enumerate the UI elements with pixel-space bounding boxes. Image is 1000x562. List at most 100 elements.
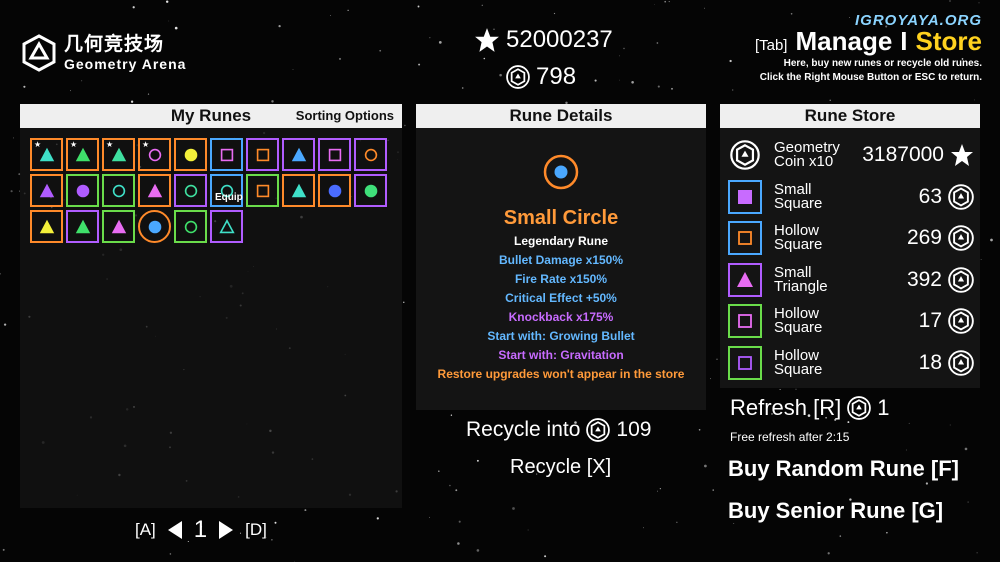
rune-slot[interactable] — [174, 138, 207, 171]
dot-rune-icon — [76, 184, 89, 197]
store-item[interactable]: Hollow Square 18 — [728, 344, 974, 382]
square-rune-icon — [728, 304, 762, 338]
rune-details-panel: Rune Details Small Circle Legendary Rune… — [416, 104, 706, 410]
logo-english-text: Geometry Arena — [64, 56, 187, 72]
store-item-name: Hollow Square — [774, 305, 823, 336]
prev-page-arrow-icon[interactable] — [167, 521, 182, 539]
store-hint-line-1: Here, buy new runes or recycle old runes… — [783, 58, 982, 69]
star-balance-value: 52000237 — [506, 26, 613, 53]
store-item-name: Hollow Square — [774, 346, 823, 378]
rune-slot[interactable]: ★ — [30, 138, 63, 171]
store-item-name: Geometry Coin x10 — [774, 139, 840, 170]
ring-rune-icon — [184, 184, 197, 197]
page-number: 1 — [193, 516, 208, 543]
triangle-rune-icon — [111, 219, 126, 233]
rune-slot[interactable] — [138, 174, 171, 207]
dot-rune-icon — [184, 148, 197, 161]
rune-slot[interactable]: ★ — [138, 138, 171, 171]
store-item-price-value: 392 — [906, 267, 942, 291]
rune-slot[interactable]: ★ — [102, 138, 135, 171]
triangle-rune-icon — [39, 219, 54, 233]
recycle-value-amount: 109 — [616, 418, 652, 441]
rune-slot[interactable]: ★ — [66, 138, 99, 171]
rune-slot[interactable] — [354, 138, 387, 171]
dot-rune-icon — [364, 184, 377, 197]
coin-balance: 798 — [506, 63, 576, 91]
tri-outline-rune-icon — [218, 218, 235, 233]
rune-slot[interactable] — [318, 138, 351, 171]
rune-details-header: Rune Details — [416, 104, 706, 128]
recycle-into-label: Recycle into — [466, 418, 581, 441]
rune-slot[interactable] — [246, 138, 279, 171]
rune-slot[interactable] — [102, 210, 135, 243]
tab-store[interactable]: Store — [916, 26, 982, 57]
next-page-arrow-icon[interactable] — [219, 521, 234, 539]
geometry-coin-icon — [506, 65, 530, 89]
rune-slot[interactable] — [282, 174, 315, 207]
rune-slot[interactable] — [174, 210, 207, 243]
rune-slot[interactable] — [102, 174, 135, 207]
rune-stats-list: Bullet Damage x150% Fire Rate x150% Critic… — [416, 253, 706, 381]
geometry-coin-icon — [847, 396, 872, 420]
refresh-cost: 1 — [877, 395, 890, 420]
game-logo: 几何竞技场 Geometry Arena — [22, 34, 186, 72]
recycle-value: Recycle into 109 — [466, 418, 651, 442]
star-icon — [475, 28, 499, 52]
square-rune-icon — [328, 148, 341, 161]
store-item[interactable]: Hollow Square 17 — [728, 302, 974, 340]
store-item[interactable]: Small Triangle 392 — [728, 261, 974, 299]
store-item-price: 3187000 — [862, 143, 974, 167]
ring-rune-icon — [112, 184, 125, 197]
rune-slot[interactable] — [30, 210, 63, 243]
square-fill-rune-icon — [728, 179, 762, 214]
tab-key-hint: [Tab] — [754, 37, 788, 54]
rune-slot[interactable] — [354, 174, 387, 207]
square-rune-icon — [256, 184, 269, 197]
favorite-star-icon: ★ — [142, 140, 150, 149]
rune-slot[interactable] — [66, 210, 99, 243]
dot-rune-icon — [328, 184, 341, 197]
store-item-price-value: 18 — [918, 350, 942, 374]
store-item-price: 269 — [907, 225, 974, 251]
rune-slot[interactable] — [210, 210, 243, 243]
buy-random-rune-button[interactable]: Buy Random Rune [F] — [728, 456, 959, 482]
favorite-star-icon: ★ — [34, 140, 42, 149]
rune-stat: Knockback x175% — [508, 310, 614, 324]
store-item-price: 63 — [919, 183, 974, 210]
store-item[interactable]: Small Square 63 — [728, 178, 974, 216]
sorting-options-button[interactable]: Sorting Options — [296, 104, 394, 128]
favorite-star-icon: ★ — [106, 140, 114, 149]
ring-rune-icon — [184, 220, 197, 233]
store-item-price: 18 — [918, 349, 974, 376]
geometry-coin-icon — [948, 308, 974, 334]
store-item-name: Small Square — [774, 180, 823, 212]
my-runes-title: My Runes — [170, 106, 252, 125]
store-item-price-value: 17 — [918, 309, 942, 332]
square-rune-icon — [728, 221, 762, 255]
buy-senior-rune-button[interactable]: Buy Senior Rune [G] — [728, 498, 943, 524]
rune-slot[interactable] — [282, 138, 315, 171]
rune-stat: Start with: Gravitation — [498, 348, 624, 362]
star-balance: 52000237 — [474, 26, 613, 54]
store-item-name: Small Triangle — [774, 263, 828, 295]
rune-name: Small Circle — [503, 207, 619, 229]
my-runes-header: My Runes Sorting Options — [20, 104, 402, 128]
my-runes-panel: My Runes Sorting Options ★ ★ ★ ★ Equip — [20, 104, 402, 508]
tab-manage[interactable]: Manage — [795, 26, 892, 57]
rune-slot[interactable] — [66, 174, 99, 207]
rune-slot[interactable] — [174, 174, 207, 207]
ring-rune-icon — [364, 148, 377, 161]
store-item[interactable]: Geometry Coin x10 3187000 — [728, 136, 974, 174]
rune-inventory-grid: ★ ★ ★ ★ — [30, 138, 390, 246]
rune-slot[interactable] — [210, 138, 243, 171]
equip-tooltip: Equip — [215, 192, 243, 203]
rune-slot[interactable] — [30, 174, 63, 207]
store-item[interactable]: Hollow Square 269 — [728, 219, 974, 257]
rune-slot[interactable] — [138, 210, 171, 243]
refresh-button[interactable]: Refresh [R] 1 — [730, 395, 890, 421]
rune-slot[interactable] — [318, 174, 351, 207]
triangle-rune-icon — [728, 262, 762, 297]
rune-slot[interactable] — [246, 174, 279, 207]
recycle-button[interactable]: Recycle [X] — [510, 456, 611, 479]
store-item-name: Hollow Square — [774, 222, 823, 253]
